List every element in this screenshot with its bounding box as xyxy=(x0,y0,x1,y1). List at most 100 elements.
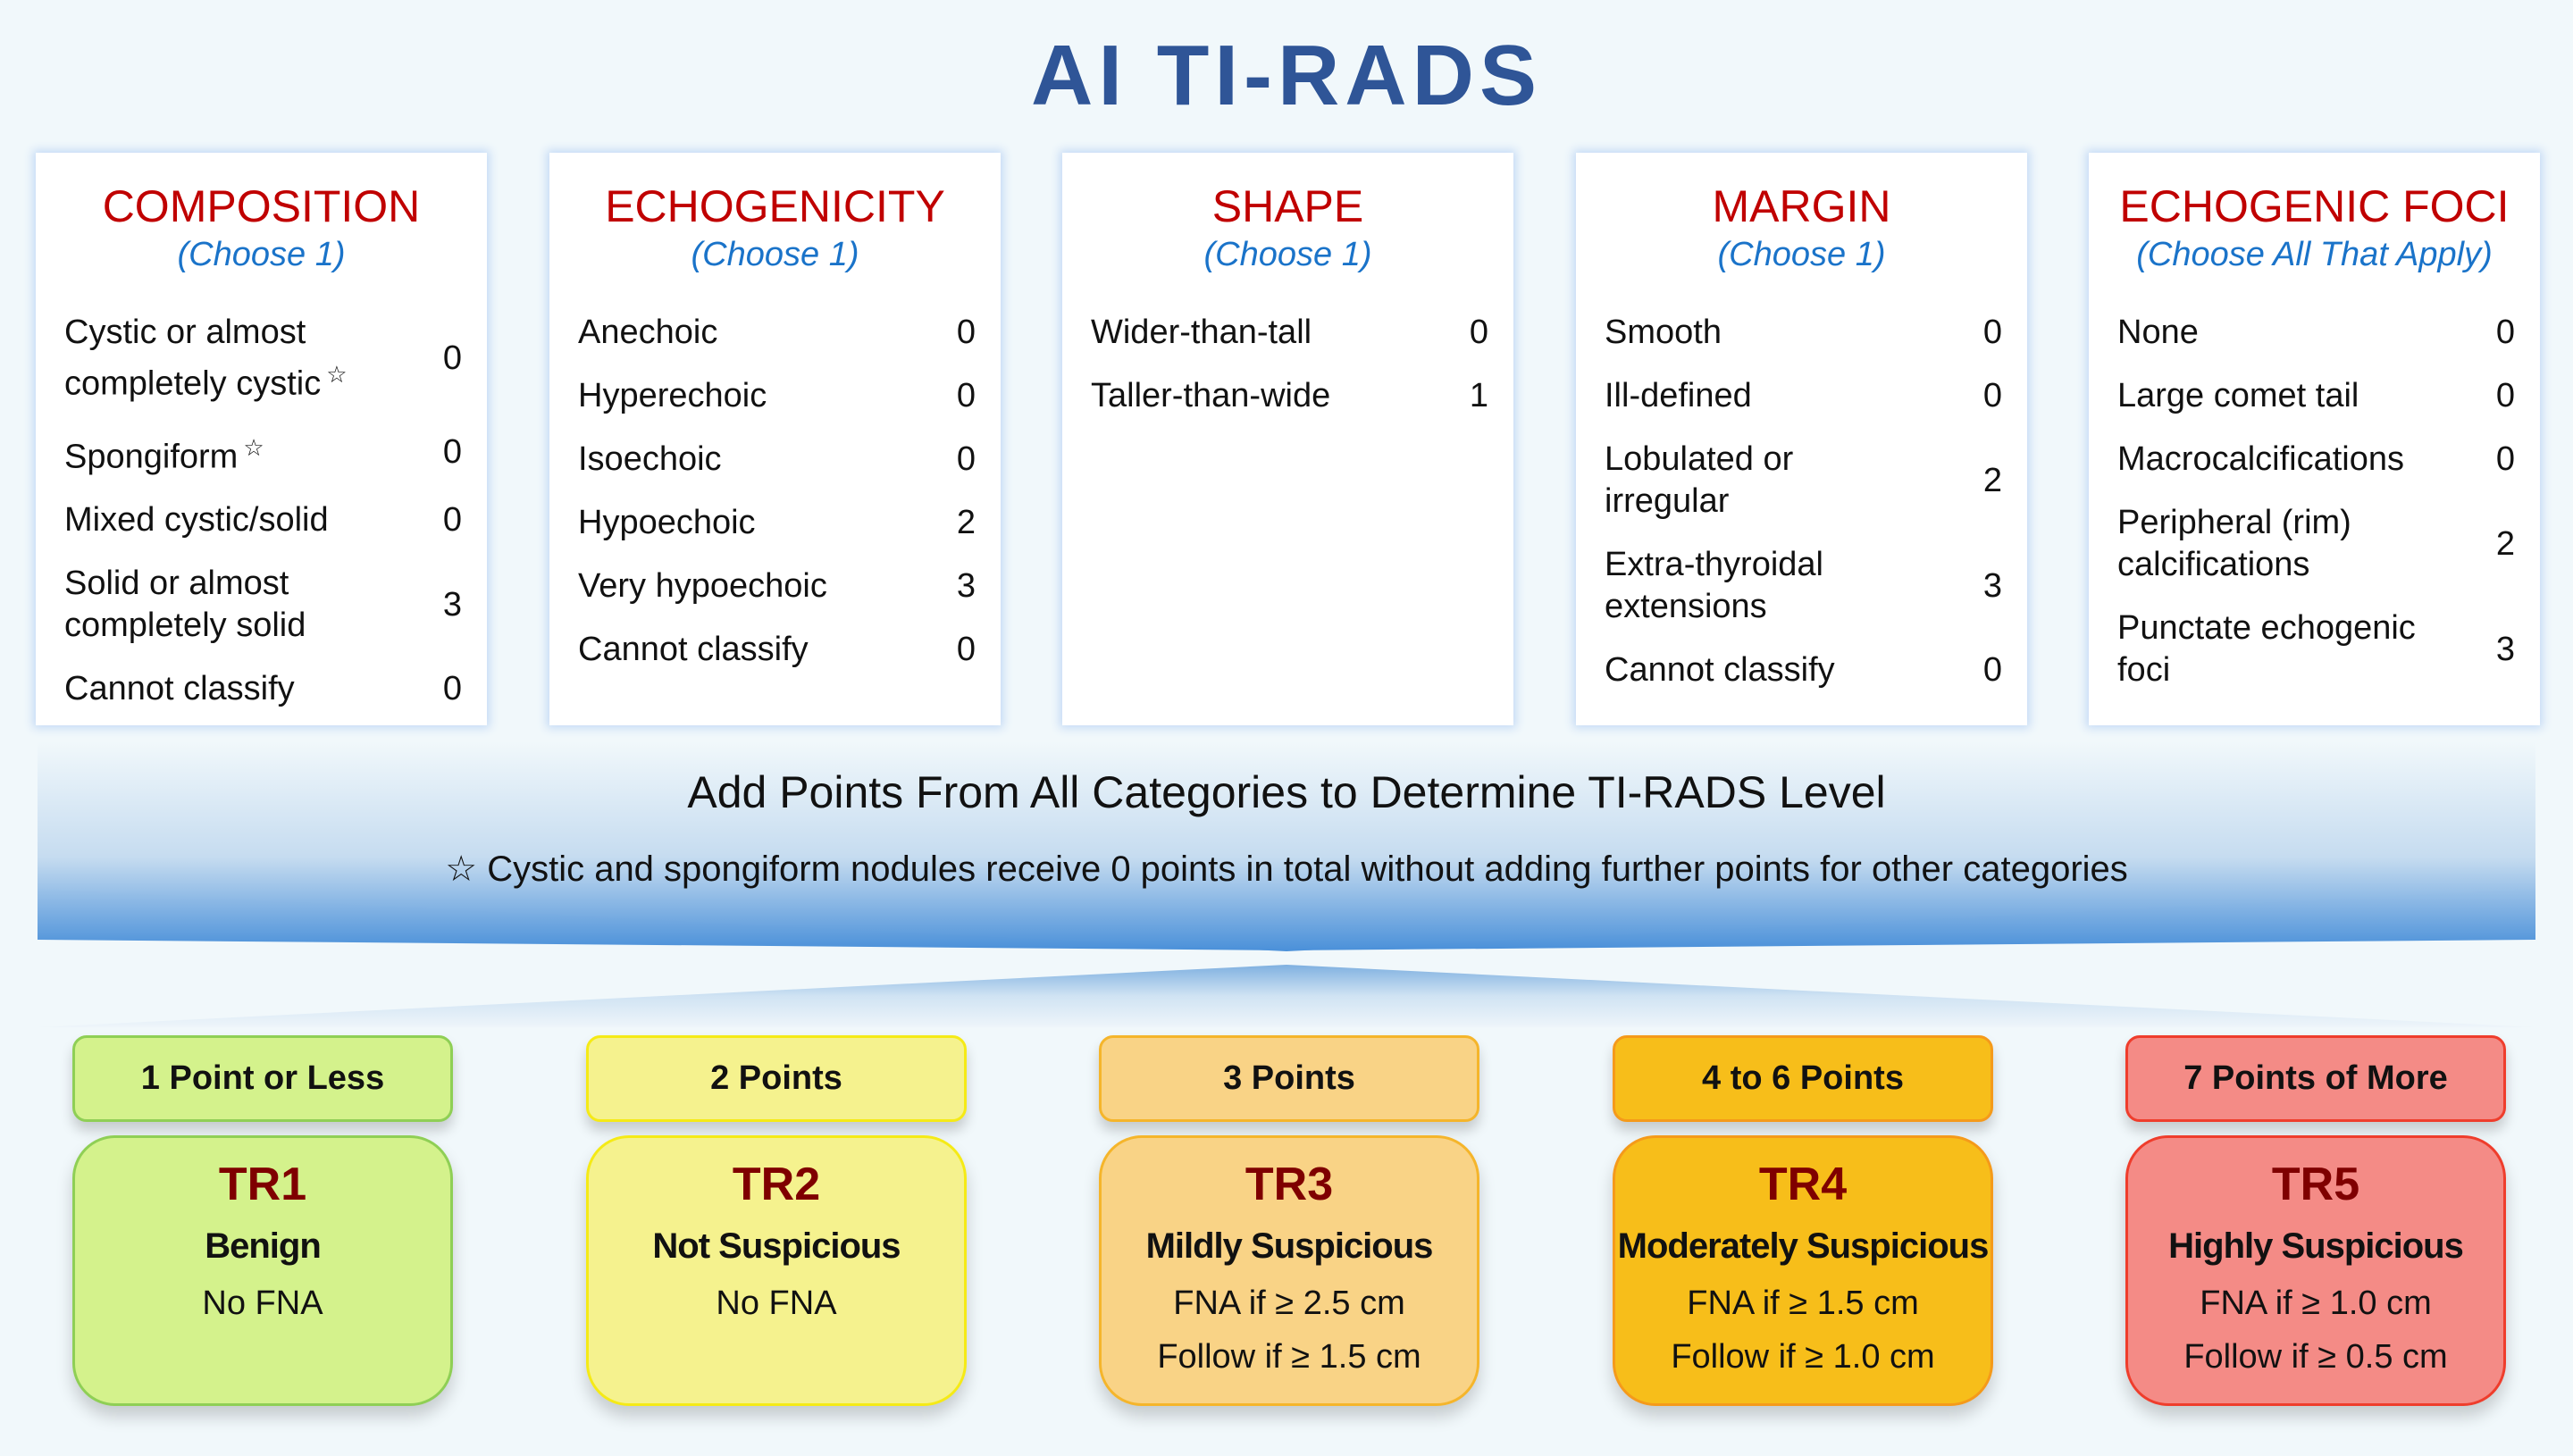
category-item: Wider-than-tall 0 xyxy=(1091,312,1488,354)
tier-box-tr2: TR2 Not Suspicious No FNA xyxy=(586,1135,967,1406)
tier-code: TR2 xyxy=(732,1159,821,1210)
tier-recommendation-fna: FNA if ≥ 2.5 cm xyxy=(1173,1284,1405,1322)
item-label-text: Macrocalcifications xyxy=(2117,440,2404,478)
category-item: Cystic or almost completely cystic ☆ 0 xyxy=(64,312,462,406)
tier-recommendation-follow: Follow if ≥ 1.0 cm xyxy=(1671,1338,1935,1376)
item-label-text: Punctate echogenic foci xyxy=(2117,609,2416,689)
category-title: MARGIN xyxy=(1712,181,1891,231)
item-points: 0 xyxy=(1982,314,2002,351)
page-title: AI TI-RADS xyxy=(1031,28,1542,123)
item-label: Macrocalcifications xyxy=(2117,439,2404,481)
category-card-shape: SHAPE (Choose 1) Wider-than-tall 0 Taller-… xyxy=(1062,153,1513,725)
tier-points-header: 4 to 6 Points xyxy=(1613,1035,1993,1122)
item-label: Lobulated or irregular xyxy=(1605,439,1926,523)
item-points: 0 xyxy=(2495,377,2515,414)
tier-recommendation-fna: No FNA xyxy=(202,1284,323,1322)
item-label: Mixed cystic/solid xyxy=(64,499,329,541)
item-label: Extra-thyroidal extensions xyxy=(1605,544,1926,628)
tier-points-header: 7 Points of More xyxy=(2125,1035,2506,1122)
item-label-text: Cannot classify xyxy=(578,631,809,668)
item-label: Wider-than-tall xyxy=(1091,312,1312,354)
item-points: 2 xyxy=(1982,461,2002,499)
item-points: 0 xyxy=(956,631,976,668)
category-item: Cannot classify 0 xyxy=(64,668,462,710)
item-label: Hyperechoic xyxy=(578,375,767,417)
item-label-text: Mixed cystic/solid xyxy=(64,501,329,540)
tier-recommendation-fna: FNA if ≥ 1.5 cm xyxy=(1687,1284,1919,1322)
tier-risk: Moderately Suspicious xyxy=(1617,1226,1990,1266)
category-item: Cannot classify 0 xyxy=(578,629,976,671)
tier-recommendation-fna: FNA if ≥ 1.0 cm xyxy=(2200,1284,2432,1322)
tier-recommendation-fna: No FNA xyxy=(716,1284,837,1322)
item-label: Ill-defined xyxy=(1605,375,1752,417)
item-label-text: Very hypoechoic xyxy=(578,567,827,605)
item-label-text: Anechoic xyxy=(578,314,718,351)
item-label-text: Cystic or almost completely cystic xyxy=(64,314,322,403)
item-label: Taller-than-wide xyxy=(1091,375,1330,417)
item-points: 0 xyxy=(956,314,976,351)
item-label: Peripheral (rim) calcifications xyxy=(2117,502,2439,586)
category-item: Lobulated or irregular 2 xyxy=(1605,439,2002,523)
category-item: Punctate echogenic foci 3 xyxy=(2117,607,2515,691)
item-label-text: Large comet tail xyxy=(2117,377,2359,414)
item-points: 0 xyxy=(956,377,976,414)
category-items: None 0 Large comet tail 0 Macrocalcification… xyxy=(2089,312,2540,691)
item-points: 0 xyxy=(1982,377,2002,414)
item-points: 0 xyxy=(442,501,462,540)
category-item: Hypoechoic 2 xyxy=(578,502,976,544)
tier-code: TR1 xyxy=(218,1159,307,1210)
category-item: Hyperechoic 0 xyxy=(578,375,976,417)
category-item: Isoechoic 0 xyxy=(578,439,976,481)
item-points: 0 xyxy=(2495,314,2515,351)
item-points: 0 xyxy=(1982,651,2002,689)
item-label-text: Cannot classify xyxy=(1605,651,1835,689)
tier-code: TR3 xyxy=(1245,1159,1334,1210)
tier-box-tr3: TR3 Mildly Suspicious FNA if ≥ 2.5 cm Follo… xyxy=(1099,1135,1479,1406)
category-item: Large comet tail 0 xyxy=(2117,375,2515,417)
item-label: Smooth xyxy=(1605,312,1722,354)
item-label-text: Isoechoic xyxy=(578,440,722,478)
item-points: 3 xyxy=(1982,566,2002,605)
category-items: Wider-than-tall 0 Taller-than-wide 1 xyxy=(1062,312,1513,417)
item-label: Large comet tail xyxy=(2117,375,2359,417)
category-card-margin: MARGIN (Choose 1) Smooth 0 Ill-defined 0 Lob… xyxy=(1576,153,2027,725)
tier-risk: Not Suspicious xyxy=(652,1226,901,1266)
item-label-text: Ill-defined xyxy=(1605,377,1752,414)
category-item: Macrocalcifications 0 xyxy=(2117,439,2515,481)
category-items: Anechoic 0 Hyperechoic 0 Isoechoic 0 Hypoechoi… xyxy=(549,312,1001,671)
banner-note: ☆ Cystic and spongiform nodules receive … xyxy=(445,849,2128,889)
category-title: ECHOGENICITY xyxy=(605,181,945,231)
item-label-text: Lobulated or irregular xyxy=(1605,440,1794,520)
item-points: 0 xyxy=(442,339,462,377)
category-item: Solid or almost completely solid 3 xyxy=(64,563,462,647)
category-item: Ill-defined 0 xyxy=(1605,375,2002,417)
category-title: ECHOGENIC FOCI xyxy=(2119,181,2510,231)
tier-recommendation-follow: Follow if ≥ 1.5 cm xyxy=(1157,1338,1421,1376)
category-items: Smooth 0 Ill-defined 0 Lobulated or irregula… xyxy=(1576,312,2027,691)
category-title: COMPOSITION xyxy=(102,181,421,231)
item-points: 0 xyxy=(442,670,462,708)
item-label: None xyxy=(2117,312,2199,354)
item-label-text: Smooth xyxy=(1605,314,1722,351)
tier-points-header: 1 Point or Less xyxy=(72,1035,453,1122)
category-subtitle: (Choose 1) xyxy=(691,236,859,273)
category-item: None 0 xyxy=(2117,312,2515,354)
tier-risk: Highly Suspicious xyxy=(2168,1226,2464,1266)
item-label: Isoechoic xyxy=(578,439,722,481)
star-icon: ☆ xyxy=(326,361,348,388)
tier-code: TR4 xyxy=(1758,1159,1848,1210)
item-label: Solid or almost completely solid xyxy=(64,563,386,647)
category-item: Anechoic 0 xyxy=(578,312,976,354)
category-item: Very hypoechoic 3 xyxy=(578,565,976,607)
item-points: 0 xyxy=(2495,440,2515,478)
item-points: 3 xyxy=(442,585,462,623)
item-label-text: Hyperechoic xyxy=(578,377,767,414)
category-items: Cystic or almost completely cystic ☆ 0 Spon… xyxy=(36,312,487,710)
item-label-text: Wider-than-tall xyxy=(1091,314,1312,351)
item-points: 1 xyxy=(1469,377,1488,414)
tier-points-header: 2 Points xyxy=(586,1035,967,1122)
item-label: Punctate echogenic foci xyxy=(2117,607,2439,691)
item-label: Cannot classify xyxy=(1605,649,1835,691)
category-item: Cannot classify 0 xyxy=(1605,649,2002,691)
tier-risk: Mildly Suspicious xyxy=(1145,1226,1434,1266)
